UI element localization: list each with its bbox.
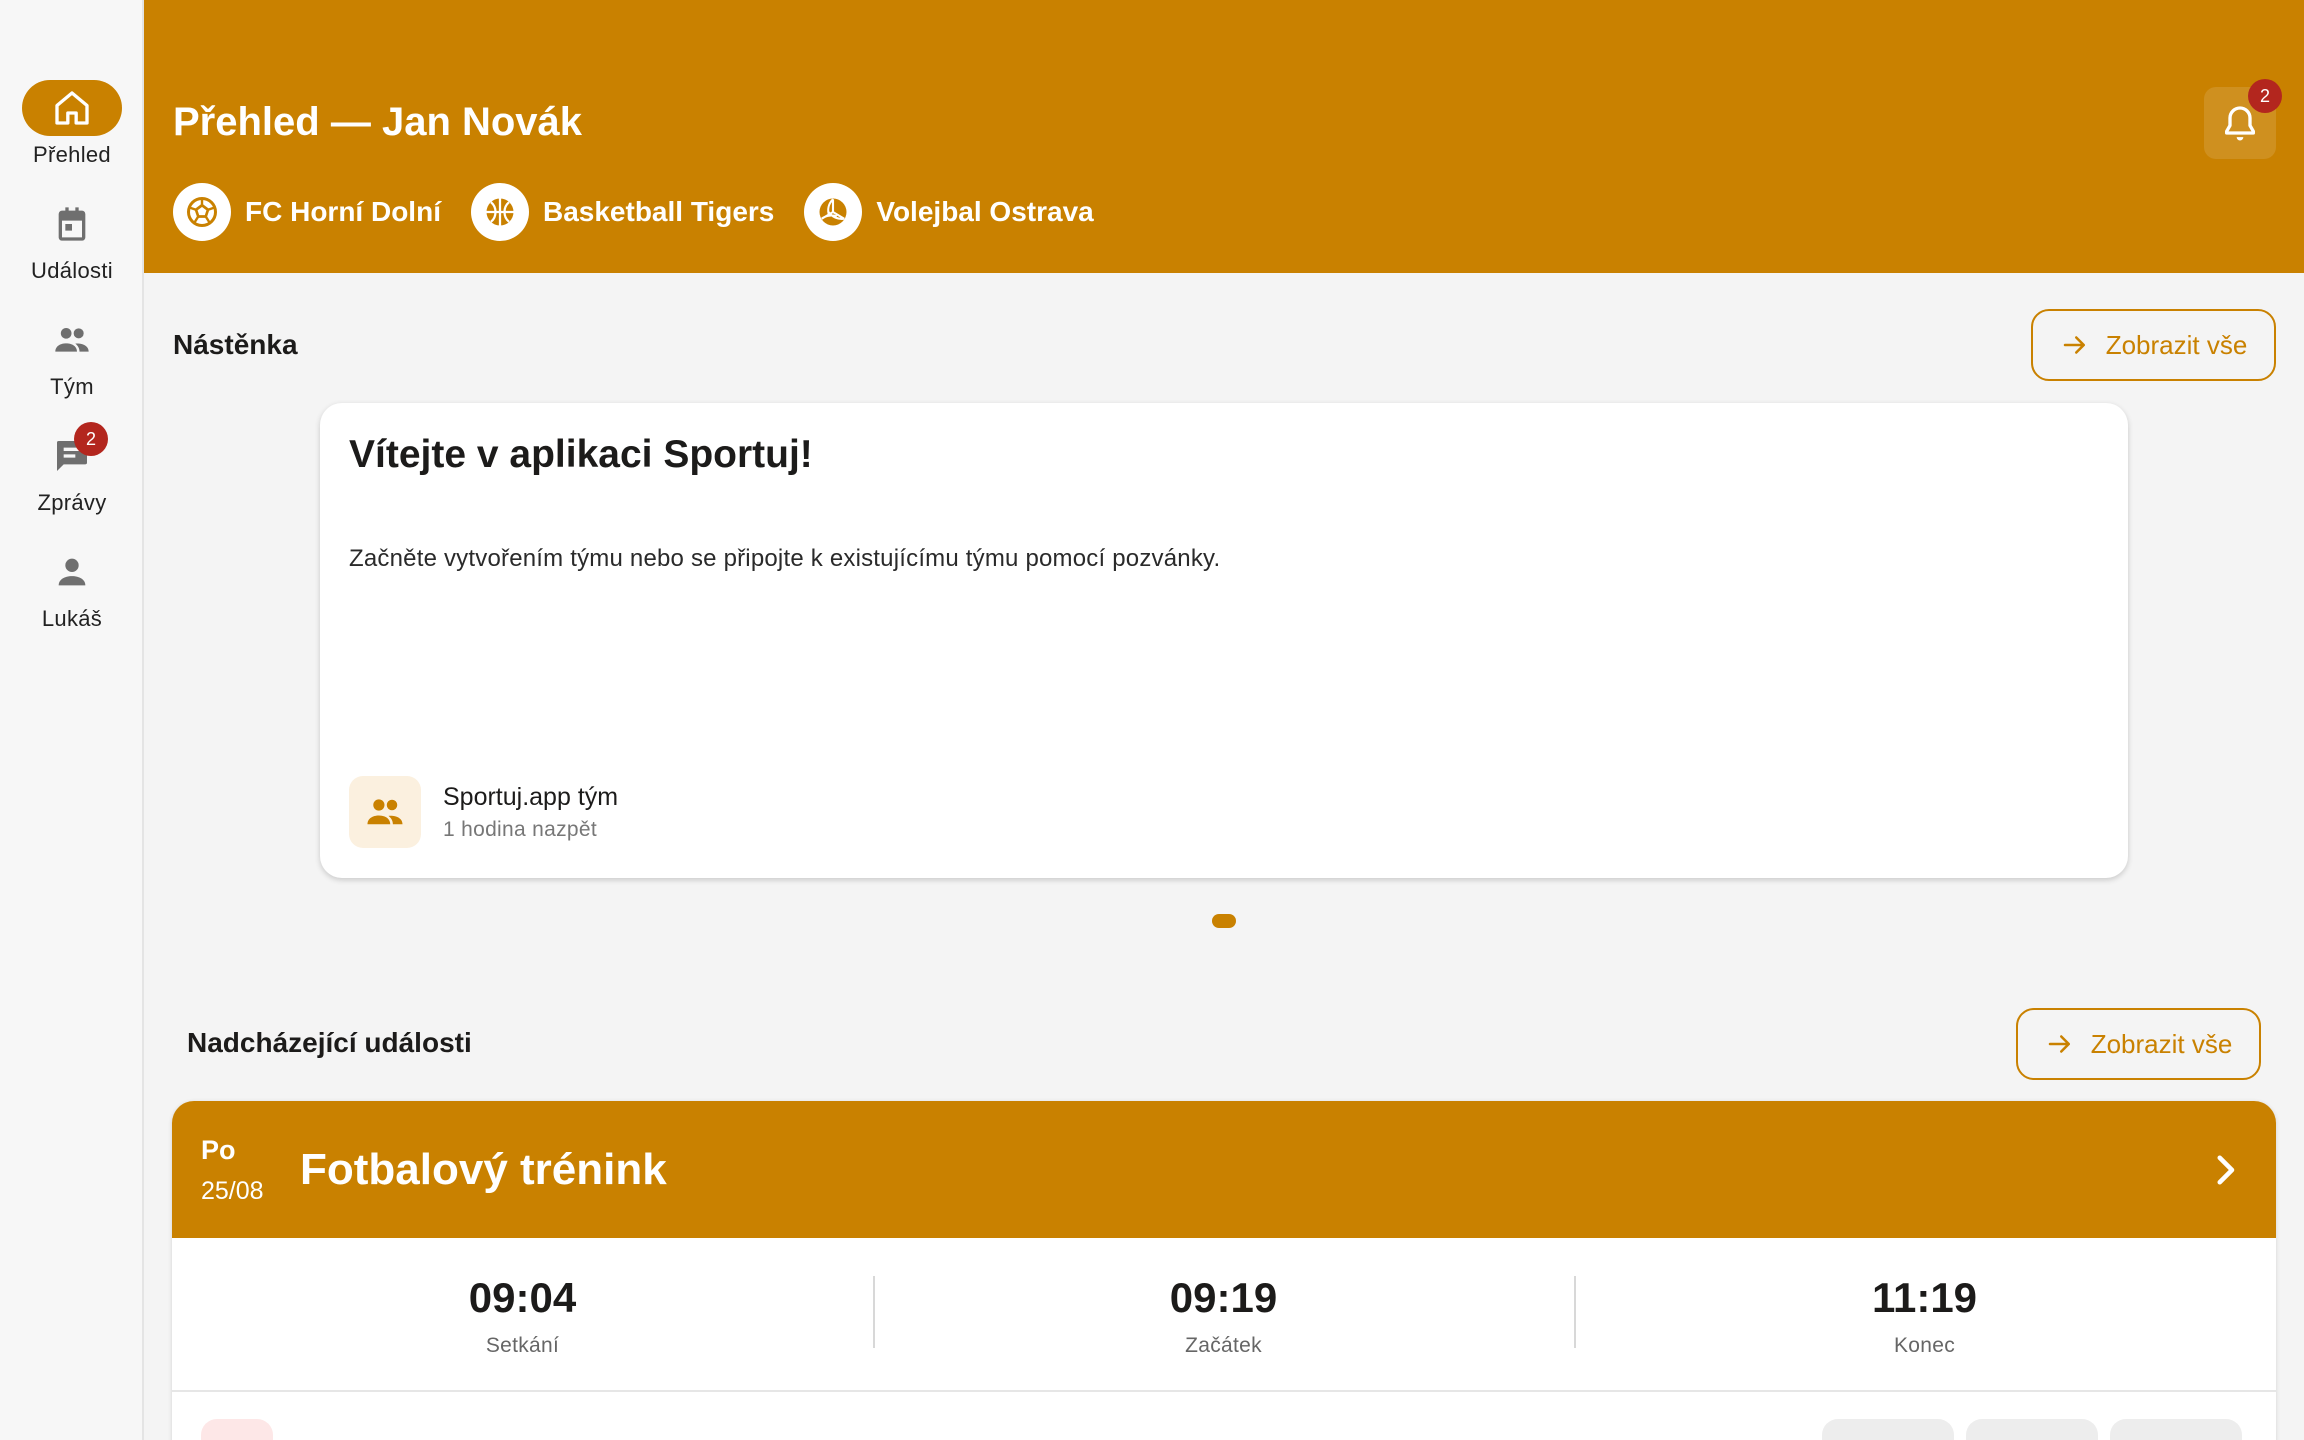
calendar-icon bbox=[58, 207, 86, 241]
nav-item-label: Události bbox=[31, 258, 113, 283]
event-times: 09:04 Setkání 09:19 Začátek 11:19 Konec bbox=[172, 1238, 2276, 1392]
event-date: 25/08 bbox=[201, 1177, 264, 1205]
events-section-title: Nadcházející události bbox=[187, 1027, 472, 1058]
people-icon bbox=[55, 328, 89, 352]
board-show-all-button[interactable]: Zobrazit vše bbox=[2031, 309, 2276, 381]
team-chip-fc-horni-dolni[interactable]: FC Horní Dolní bbox=[173, 183, 441, 241]
nav-item-udalosti[interactable]: Události bbox=[0, 196, 144, 306]
volleyball-icon bbox=[819, 198, 847, 226]
page-title: Přehled — Jan Novák bbox=[173, 100, 583, 144]
nav-item-prehled[interactable]: Přehled bbox=[0, 80, 144, 190]
time-value: 09:04 bbox=[468, 1274, 577, 1321]
event-day: Po bbox=[201, 1135, 236, 1165]
team-name: FC Horní Dolní bbox=[245, 196, 441, 227]
nav-item-tym[interactable]: Tým bbox=[0, 312, 144, 422]
attendance-status-icon bbox=[201, 1419, 273, 1440]
people-icon bbox=[367, 799, 403, 825]
event-title: Fotbalový trénink bbox=[300, 1145, 667, 1194]
events-show-all-button[interactable]: Zobrazit vše bbox=[2016, 1008, 2261, 1080]
arrow-right-icon bbox=[2048, 1035, 2070, 1053]
nav-item-zpravy[interactable]: 2 Zprávy bbox=[0, 422, 144, 538]
team-name: Volejbal Ostrava bbox=[876, 196, 1094, 227]
navigation-rail: Přehled Události Tým 2 Zprávy Lukáš bbox=[0, 0, 144, 1440]
post-text: Začněte vytvořením týmu nebo se připojte… bbox=[349, 545, 1221, 572]
basketball-icon bbox=[486, 198, 514, 226]
author-avatar bbox=[349, 776, 421, 848]
nav-item-label: Tým bbox=[50, 374, 94, 399]
chevron-right-icon bbox=[2217, 1155, 2235, 1185]
show-all-label: Zobrazit vše bbox=[2105, 329, 2248, 360]
time-start: 09:19 Začátek bbox=[873, 1238, 1574, 1392]
post-title: Vítejte v aplikaci Sportuj! bbox=[349, 433, 813, 476]
arrow-right-icon bbox=[2063, 336, 2085, 354]
time-meeting: 09:04 Setkání bbox=[172, 1238, 873, 1392]
time-end: 11:19 Konec bbox=[1574, 1238, 2275, 1392]
team-chip-volejbal-ostrava[interactable]: Volejbal Ostrava bbox=[804, 183, 1094, 241]
maybe-button[interactable] bbox=[1966, 1419, 2098, 1440]
time-value: 11:19 bbox=[1871, 1274, 1978, 1321]
post-author: Sportuj.app tým bbox=[443, 783, 619, 811]
time-label: Konec bbox=[1893, 1334, 1956, 1357]
event-header[interactable]: Po 25/08 Fotbalový trénink bbox=[172, 1101, 2276, 1238]
home-icon bbox=[55, 91, 89, 125]
app-root: Přehled Události Tým 2 Zprávy Lukáš Přeh… bbox=[0, 0, 2304, 1440]
app-header: Přehled — Jan Novák 2 FC Horní Dolní Bas… bbox=[144, 0, 2304, 273]
time-label: Začátek bbox=[1185, 1334, 1262, 1357]
messages-badge: 2 bbox=[74, 422, 108, 456]
board-section-title: Nástěnka bbox=[173, 329, 298, 360]
team-chip-basketball-tigers[interactable]: Basketball Tigers bbox=[470, 183, 775, 241]
team-chips: FC Horní Dolní Basketball Tigers Volejba… bbox=[173, 183, 1094, 241]
team-name: Basketball Tigers bbox=[542, 196, 775, 227]
person-icon bbox=[58, 558, 86, 586]
decline-button[interactable] bbox=[2110, 1419, 2242, 1440]
nav-indicator bbox=[22, 80, 122, 136]
notifications-badge: 2 bbox=[2248, 79, 2282, 113]
event-card: Po 25/08 Fotbalový trénink 09:04 Setkání… bbox=[172, 1101, 2276, 1440]
post-time: 1 hodina nazpět bbox=[443, 818, 597, 841]
notifications-button[interactable]: 2 bbox=[2204, 79, 2282, 159]
nav-item-profile[interactable]: Lukáš bbox=[0, 544, 144, 654]
attend-button[interactable] bbox=[1822, 1419, 1954, 1440]
nav-item-label: Zprávy bbox=[37, 490, 107, 515]
soccer-ball-icon bbox=[187, 197, 217, 227]
board-post-card[interactable]: Vítejte v aplikaci Sportuj! Začněte vytv… bbox=[320, 403, 2128, 878]
nav-item-label: Lukáš bbox=[41, 606, 103, 631]
time-label: Setkání bbox=[485, 1334, 560, 1357]
show-all-label: Zobrazit vše bbox=[2090, 1028, 2233, 1059]
carousel-page-indicator[interactable] bbox=[1212, 914, 1236, 928]
nav-item-label: Přehled bbox=[33, 142, 111, 167]
time-value: 09:19 bbox=[1169, 1274, 1278, 1321]
